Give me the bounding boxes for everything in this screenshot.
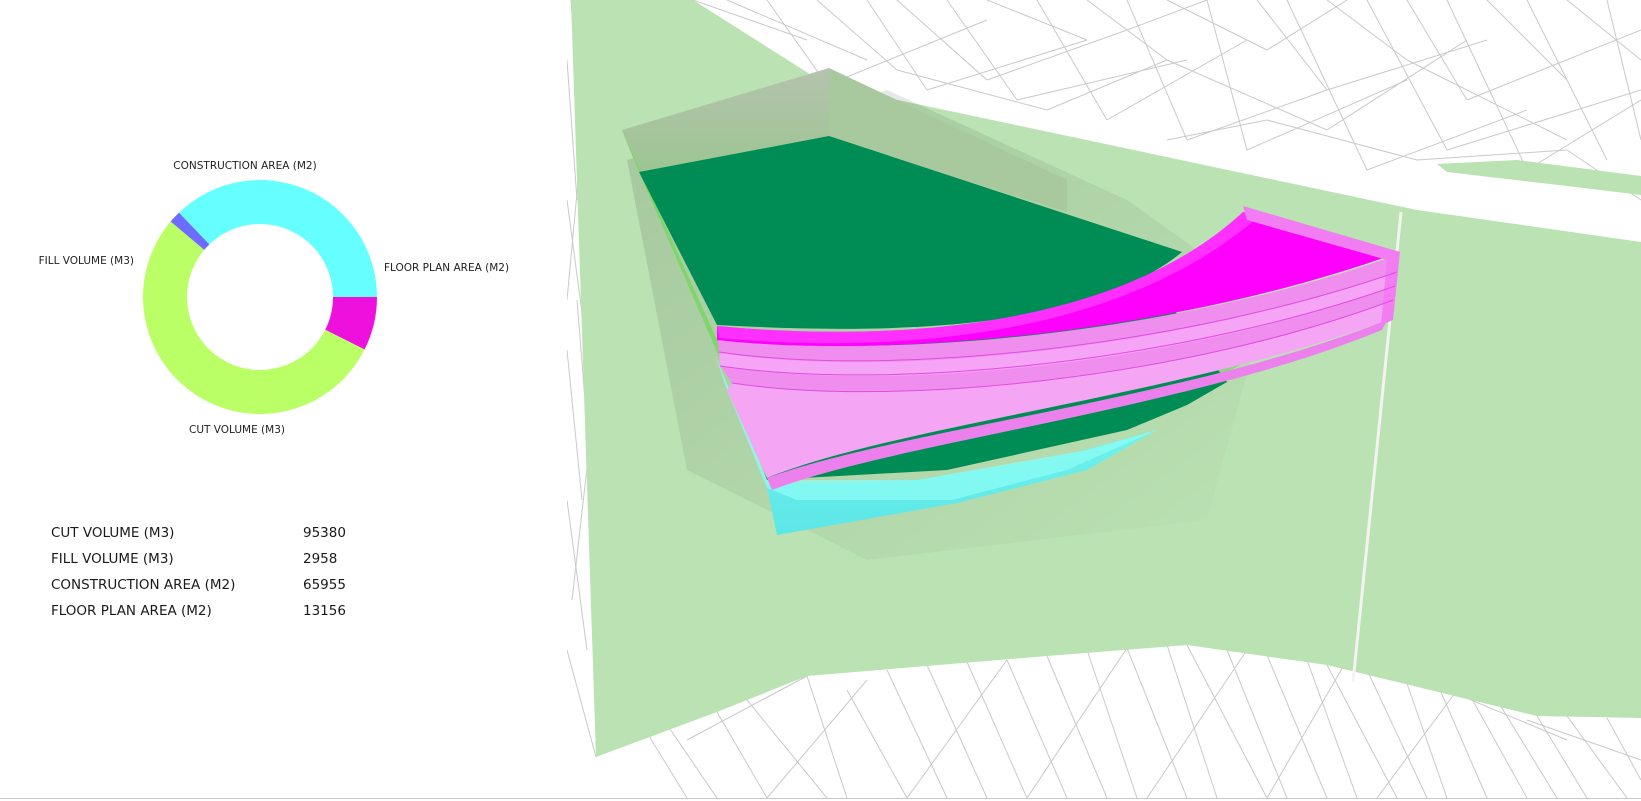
stat-value: 65955: [303, 577, 346, 593]
stat-value: 95380: [303, 525, 346, 541]
stat-label: CUT VOLUME (M3): [51, 525, 175, 541]
donut-label-cut-volume: CUT VOLUME (M3): [189, 424, 285, 436]
stat-label: CONSTRUCTION AREA (M2): [51, 577, 236, 593]
stats-row-fill-volume: FILL VOLUME (M3) 2958: [51, 546, 346, 572]
stats-row-floor-plan-area: FLOOR PLAN AREA (M2) 13156: [51, 598, 346, 624]
donut-label-floor-plan-area: FLOOR PLAN AREA (M2): [384, 262, 509, 274]
3d-scene[interactable]: [567, 0, 1641, 798]
stat-value: 13156: [303, 603, 346, 619]
donut-label-construction-area: CONSTRUCTION AREA (M2): [173, 160, 316, 172]
3d-viewport[interactable]: [567, 0, 1641, 798]
donut-slice-construction-area: [179, 180, 377, 297]
donut-chart: FLOOR PLAN AREA (M2) CUT VOLUME (M3) FILL …: [39, 160, 509, 436]
statistics-panel: FLOOR PLAN AREA (M2) CUT VOLUME (M3) FILL …: [0, 0, 567, 798]
app-window: FLOOR PLAN AREA (M2) CUT VOLUME (M3) FILL …: [0, 0, 1641, 801]
stats-row-construction-area: CONSTRUCTION AREA (M2) 65955: [51, 572, 346, 598]
donut-label-fill-volume: FILL VOLUME (M3): [39, 255, 134, 267]
stat-value: 2958: [303, 551, 338, 567]
stat-label: FLOOR PLAN AREA (M2): [51, 603, 212, 619]
terrain-ridge-strip: [1437, 160, 1641, 195]
bottom-border: [0, 798, 1641, 799]
stats-row-cut-volume: CUT VOLUME (M3) 95380: [51, 520, 346, 546]
stats-table: CUT VOLUME (M3) 95380 FILL VOLUME (M3) 2…: [51, 520, 346, 624]
stat-label: FILL VOLUME (M3): [51, 551, 174, 567]
